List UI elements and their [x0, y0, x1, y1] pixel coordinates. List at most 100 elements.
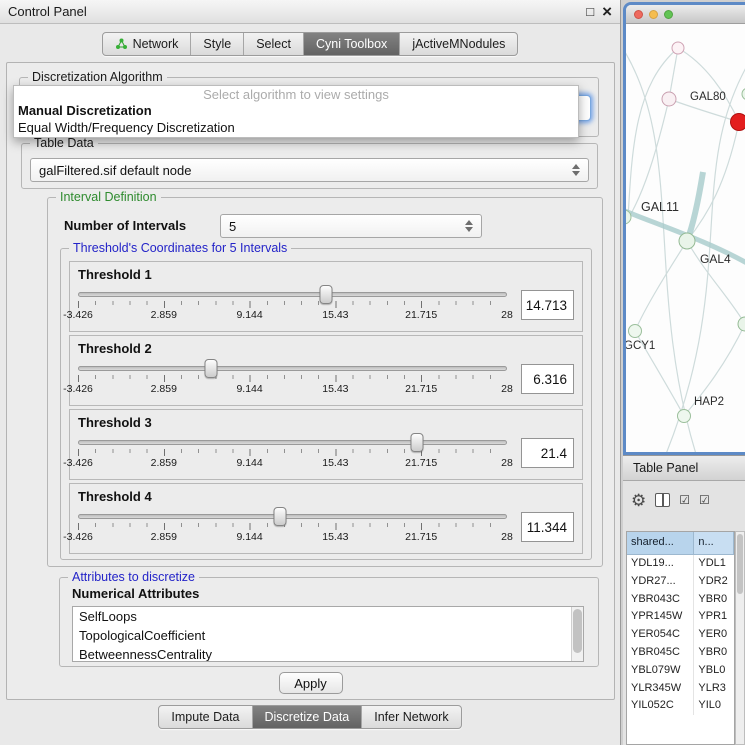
tab-style[interactable]: Style [191, 33, 244, 55]
tab-style-label: Style [203, 37, 231, 51]
table-row[interactable]: YLR345W YLR3 [627, 680, 734, 698]
threshold-3-value-field[interactable]: 21.4 [521, 438, 574, 468]
threshold-1-label: Threshold 1 [78, 267, 574, 282]
thresholds-group: Threshold's Coordinates for 5 Intervals … [60, 248, 592, 560]
scale-tick-label: 15.43 [322, 457, 348, 469]
gear-icon[interactable]: ⚙ [631, 492, 646, 509]
list-scrollbar[interactable] [571, 607, 583, 661]
table-row[interactable]: YBR045C YBR0 [627, 644, 734, 662]
table-row[interactable]: YIL052C YIL0 [627, 697, 734, 715]
cell: YLR3 [694, 680, 734, 698]
threshold-2-slider[interactable]: -3.426 2.859 9.144 15.43 21.715 28 [78, 359, 507, 399]
column-header-name[interactable]: n... [694, 532, 734, 555]
table-row[interactable]: YDR27... YDR2 [627, 573, 734, 591]
column-header-shared-name[interactable]: shared... [627, 532, 694, 555]
float-window-icon[interactable]: □ [586, 5, 594, 18]
checkbox-icon[interactable]: ☑ [679, 494, 690, 506]
scale-tick-label: -3.426 [63, 309, 93, 321]
slider-track[interactable] [78, 514, 507, 519]
slider-thumb[interactable] [204, 359, 217, 378]
table-row[interactable]: YDL19... YDL1 [627, 555, 734, 573]
scale-tick-label: 9.144 [236, 309, 262, 321]
network-node-gcy1[interactable] [629, 325, 642, 338]
number-of-intervals-label: Number of Intervals [64, 218, 186, 233]
apply-button[interactable]: Apply [279, 672, 343, 694]
interval-definition-group-label: Interval Definition [56, 190, 161, 204]
close-icon[interactable]: × [602, 3, 612, 20]
scale-tick-label: 2.859 [151, 309, 177, 321]
table-row[interactable]: YPR145W YPR1 [627, 608, 734, 626]
table-data-selected-value: galFiltered.sif default node [39, 163, 191, 178]
threshold-2-box: Threshold 2 -3.426 2.859 [69, 335, 583, 406]
slider-thumb[interactable] [410, 433, 423, 452]
cell: YBR045C [627, 644, 694, 662]
number-of-intervals-combobox[interactable]: 5 [220, 214, 482, 238]
threshold-4-slider[interactable]: -3.426 2.859 9.144 15.43 21.715 28 [78, 507, 507, 547]
scale-tick-label: 15.43 [322, 383, 348, 395]
scale-tick-label: 2.859 [151, 383, 177, 395]
table-row[interactable]: YBL079W YBL0 [627, 662, 734, 680]
table-row[interactable]: YER054C YER0 [627, 626, 734, 644]
tab-select[interactable]: Select [244, 33, 304, 55]
tab-jactivemnodules[interactable]: jActiveMNodules [400, 33, 517, 55]
slider-track[interactable] [78, 366, 507, 371]
network-canvas[interactable]: GAL80 GAL11 GAL4 GCY1 HAP2 [626, 24, 745, 452]
list-scrollbar-thumb[interactable] [573, 609, 582, 653]
zoom-traffic-light-icon[interactable] [664, 10, 673, 19]
node-table[interactable]: shared... n... YDL19... YDL1 YDR27... YD… [626, 531, 735, 745]
table-panel-title: Table Panel [633, 461, 698, 475]
scale-tick-label: 9.144 [236, 383, 262, 395]
threshold-2-value-field[interactable]: 6.316 [521, 364, 574, 394]
algorithm-option-manual-discretization[interactable]: Manual Discretization [14, 102, 578, 119]
slider-thumb[interactable] [273, 507, 286, 526]
threshold-4-value-field[interactable]: 11.344 [521, 512, 574, 542]
table-row[interactable]: YBR043C YBR0 [627, 591, 734, 609]
columns-icon[interactable] [655, 493, 670, 507]
table-data-group-label: Table Data [30, 136, 98, 150]
scale-tick-label: 28 [501, 383, 513, 395]
tab-network[interactable]: Network [103, 33, 192, 55]
threshold-1-slider[interactable]: -3.426 2.859 9.144 15.43 21.715 28 [78, 285, 507, 325]
list-item[interactable]: TopologicalCoefficient [73, 626, 583, 645]
slider-scale: -3.426 2.859 9.144 15.43 21.715 28 [78, 457, 507, 470]
network-node-hap2[interactable] [678, 410, 691, 423]
threshold-3-slider[interactable]: -3.426 2.859 9.144 15.43 21.715 28 [78, 433, 507, 473]
node-label-gcy1: GCY1 [624, 340, 655, 352]
list-item[interactable]: BetweennessCentrality [73, 645, 583, 662]
network-node-selected-red[interactable] [731, 114, 745, 131]
cell: YBL0 [694, 662, 734, 680]
threshold-1-value-field[interactable]: 14.713 [521, 290, 574, 320]
scale-tick-label: -3.426 [63, 457, 93, 469]
slider-ticks-major [78, 375, 507, 382]
table-data-combobox[interactable]: galFiltered.sif default node [30, 158, 589, 182]
slider-track[interactable] [78, 292, 507, 297]
list-item[interactable]: SelfLoops [73, 607, 583, 626]
scale-tick-label: 28 [501, 457, 513, 469]
network-node[interactable] [738, 317, 745, 331]
scale-tick-label: -3.426 [63, 383, 93, 395]
scale-tick-label: 9.144 [236, 457, 262, 469]
tab-impute-data[interactable]: Impute Data [159, 706, 252, 728]
slider-track[interactable] [78, 440, 507, 445]
table-scrollbar-thumb[interactable] [737, 534, 743, 594]
table-scrollbar[interactable] [735, 531, 745, 745]
close-traffic-light-icon[interactable] [634, 10, 643, 19]
tab-infer-network[interactable]: Infer Network [362, 706, 460, 728]
tab-cyni-toolbox[interactable]: Cyni Toolbox [304, 33, 400, 55]
cell: YBL079W [627, 662, 694, 680]
tab-jactivemnodules-label: jActiveMNodules [412, 37, 505, 51]
slider-thumb[interactable] [319, 285, 332, 304]
network-node[interactable] [672, 42, 684, 54]
tab-discretize-data[interactable]: Discretize Data [253, 706, 363, 728]
network-window-titlebar [626, 5, 745, 24]
table-panel-toolbar: ⚙ ☑ ☑ [631, 489, 710, 511]
network-node-gal4[interactable] [679, 233, 695, 249]
checkbox-icon[interactable]: ☑ [699, 494, 710, 506]
network-node-gal80[interactable] [662, 92, 676, 106]
algorithm-option-equal-width-frequency[interactable]: Equal Width/Frequency Discretization [14, 119, 578, 136]
threshold-2-label: Threshold 2 [78, 341, 574, 356]
minimize-traffic-light-icon[interactable] [649, 10, 658, 19]
threshold-1-box: Threshold 1 -3.426 2.859 [69, 261, 583, 332]
numerical-attributes-list[interactable]: SelfLoops TopologicalCoefficient Between… [72, 606, 584, 662]
attributes-group: Attributes to discretize Numerical Attri… [59, 577, 599, 667]
